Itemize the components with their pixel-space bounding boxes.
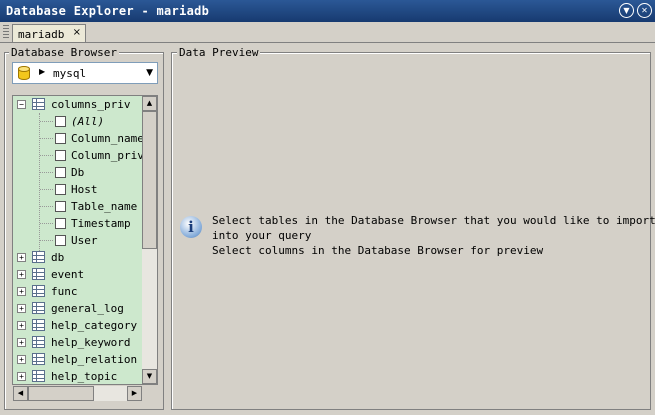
tree-node-table[interactable]: + general_log <box>13 300 143 317</box>
drag-grip-icon[interactable] <box>3 25 9 39</box>
tree-column-row[interactable]: Host <box>13 181 143 198</box>
scroll-down-icon[interactable]: ▼ <box>142 369 157 384</box>
table-label: event <box>51 268 85 281</box>
column-label: Column_name <box>71 132 144 145</box>
tree-column-row[interactable]: Column_priv <box>13 147 144 164</box>
tree-guide-line <box>40 121 53 122</box>
tree-guide-line <box>40 240 53 241</box>
tree-vertical-scrollbar[interactable]: ▲ ▼ <box>142 96 157 384</box>
tree-node-table[interactable]: + help_keyword <box>13 334 143 351</box>
preview-message: Select tables in the Database Browser th… <box>212 214 655 227</box>
close-icon[interactable]: ✕ <box>637 3 652 18</box>
expand-icon[interactable]: + <box>17 321 26 330</box>
table-label: help_topic <box>51 370 118 383</box>
tree-column-row[interactable]: User <box>13 232 143 249</box>
database-icon <box>18 66 30 80</box>
tab-strip: mariadb × <box>0 22 655 43</box>
table-icon <box>32 302 45 314</box>
database-tree: − columns_priv (All) Column_name Column_… <box>12 95 158 385</box>
column-checkbox[interactable] <box>55 150 66 161</box>
scroll-left-icon[interactable]: ◀ <box>13 386 28 401</box>
tree-node-table[interactable]: + help_category <box>13 317 143 334</box>
window-title: Database Explorer - mariadb <box>6 4 210 18</box>
tree-node-table[interactable]: + func <box>13 283 143 300</box>
tab-close-icon[interactable]: × <box>73 27 81 38</box>
tree-horizontal-scrollbar[interactable]: ◀ ▶ <box>13 386 142 401</box>
selected-database: mysql <box>53 67 87 80</box>
tree-column-row[interactable]: Table_name <box>13 198 143 215</box>
collapse-icon[interactable]: − <box>17 100 26 109</box>
expand-icon[interactable]: + <box>17 304 26 313</box>
column-checkbox[interactable] <box>55 201 66 212</box>
table-label: help_category <box>51 319 138 332</box>
expand-icon[interactable]: + <box>17 253 26 262</box>
table-icon <box>32 251 45 263</box>
tree-guide-line <box>40 155 53 156</box>
table-label: general_log <box>51 302 124 315</box>
tree-guide-line <box>40 223 53 224</box>
preview-message: Select columns in the Database Browser f… <box>212 244 544 257</box>
table-label: help_relation <box>51 353 138 366</box>
chevron-down-icon[interactable]: ▼ <box>146 68 153 78</box>
column-checkbox[interactable] <box>55 184 66 195</box>
tree-node-table[interactable]: + db <box>13 249 143 266</box>
table-icon <box>32 370 45 382</box>
tree-guide-line <box>40 138 53 139</box>
table-icon <box>32 336 45 348</box>
expand-icon[interactable]: + <box>17 372 26 381</box>
table-icon <box>32 268 45 280</box>
data-preview-legend: Data Preview <box>177 46 261 59</box>
info-icon: i <box>180 216 202 238</box>
column-checkbox[interactable] <box>55 167 66 178</box>
column-checkbox[interactable] <box>55 116 66 127</box>
expand-icon[interactable]: + <box>17 270 26 279</box>
table-label: help_keyword <box>51 336 131 349</box>
tab-label: mariadb <box>18 28 65 41</box>
table-label: columns_priv <box>51 98 131 111</box>
database-select[interactable]: ▶ mysql ▼ <box>12 62 158 84</box>
column-label: User <box>71 234 98 247</box>
column-label: Timestamp <box>71 217 131 230</box>
column-checkbox[interactable] <box>55 235 66 246</box>
tree-column-row[interactable]: Column_name <box>13 130 144 147</box>
tree-guide-line <box>40 172 53 173</box>
tree-node-table[interactable]: + help_topic <box>13 368 143 384</box>
expand-arrow-icon: ▶ <box>39 67 46 76</box>
database-browser-legend: Database Browser <box>9 46 119 59</box>
tab-mariadb[interactable]: mariadb × <box>12 24 86 42</box>
scroll-right-icon[interactable]: ▶ <box>127 386 142 401</box>
scroll-up-icon[interactable]: ▲ <box>142 96 157 111</box>
tree-node-columns-priv[interactable]: − columns_priv <box>13 96 143 113</box>
expand-icon[interactable]: + <box>17 287 26 296</box>
column-label: (All) <box>71 115 105 128</box>
column-label: Column_priv <box>71 149 144 162</box>
expand-icon[interactable]: + <box>17 355 26 364</box>
tree-guide-line <box>40 206 53 207</box>
scroll-thumb[interactable] <box>142 111 157 249</box>
preview-message: into your query <box>212 229 312 242</box>
table-icon <box>32 285 45 297</box>
expand-icon[interactable]: + <box>17 338 26 347</box>
tree-node-table[interactable]: + help_relation <box>13 351 143 368</box>
table-icon <box>32 353 45 365</box>
column-checkbox[interactable] <box>55 218 66 229</box>
horizontal-scroll-thumb[interactable] <box>28 386 94 401</box>
tree-column-row[interactable]: Timestamp <box>13 215 143 232</box>
column-label: Host <box>71 183 98 196</box>
table-label: db <box>51 251 65 264</box>
table-icon <box>32 98 45 110</box>
tree-node-table[interactable]: + event <box>13 266 143 283</box>
table-icon <box>32 319 45 331</box>
table-label: func <box>51 285 78 298</box>
column-label: Table_name <box>71 200 138 213</box>
tree-column-row[interactable]: (All) <box>13 113 143 130</box>
column-checkbox[interactable] <box>55 133 66 144</box>
tree-column-row[interactable]: Db <box>13 164 143 181</box>
tree-guide-line <box>40 189 53 190</box>
menu-dropdown-icon[interactable]: ▼ <box>619 3 634 18</box>
title-bar: Database Explorer - mariadb ▼ ✕ <box>0 0 655 22</box>
column-label: Db <box>71 166 85 179</box>
